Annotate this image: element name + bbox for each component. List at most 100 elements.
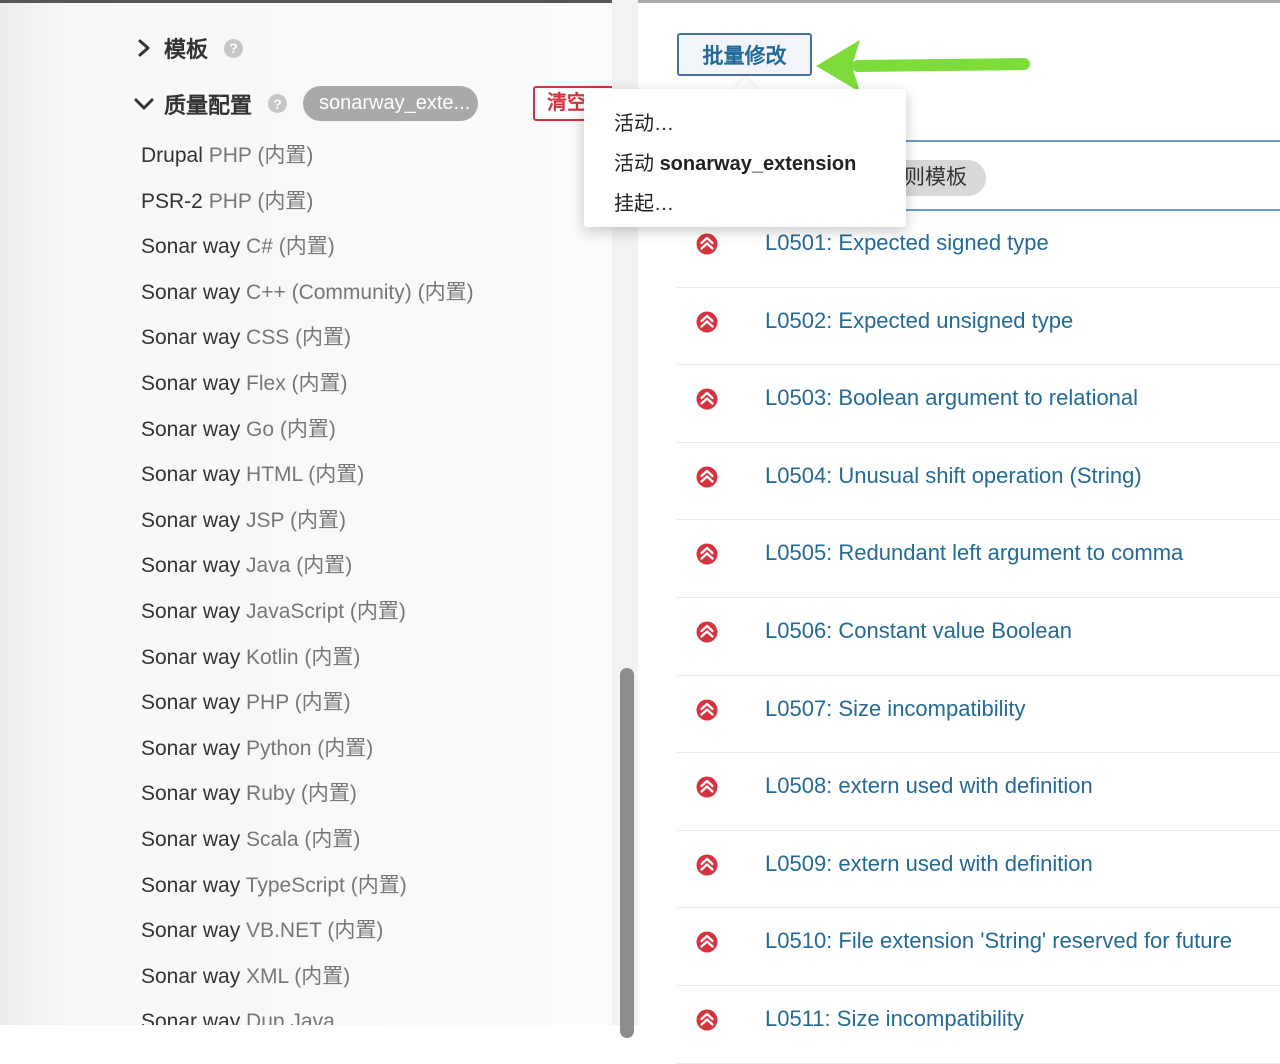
quality-profile-section-header[interactable]: 质量配置 ? sonarway_exte... (132, 86, 479, 121)
bulk-change-button[interactable]: 批量修改 (677, 33, 812, 76)
top-border (638, 0, 1280, 3)
rule-link[interactable]: L0510: File extension 'String' reserved … (765, 928, 1232, 954)
quality-profile-item[interactable]: Sonar way HTML (内置) (141, 457, 474, 503)
profile-language: CSS (内置) (240, 326, 352, 350)
quality-profile-item[interactable]: Sonar way TypeScript (内置) (141, 868, 474, 914)
rule-row: L0509: extern used with definition (677, 831, 1280, 909)
profile-language: XML (内置) (240, 964, 351, 988)
rule-link[interactable]: L0502: Expected unsigned type (765, 308, 1073, 334)
profile-prefix: Sonar way (141, 235, 241, 259)
profile-language: PHP (内置) (202, 144, 314, 167)
rule-link[interactable]: L0511: Size incompatibility (765, 1006, 1024, 1032)
rule-link[interactable]: L0505: Redundant left argument to comma (765, 540, 1183, 566)
profile-prefix: Sonar way (141, 964, 241, 988)
profile-language: Dup Java (240, 1010, 335, 1025)
profile-language: C++ (Community) (内置) (240, 280, 474, 304)
major-severity-icon (696, 931, 718, 953)
profile-language: JavaScript (内置) (240, 599, 406, 623)
quality-profile-item[interactable]: Sonar way C# (内置) (141, 229, 474, 275)
profile-language: PHP (内置) (202, 189, 314, 213)
selected-profile-chip[interactable]: sonarway_exte... (303, 86, 479, 121)
profile-language: Java (内置) (240, 554, 353, 578)
sidebar: 模板 ? 质量配置 ? sonarway_exte... 清空 Drupal P… (0, 0, 612, 1025)
quality-profile-item[interactable]: Sonar way Go (内置) (141, 412, 474, 458)
profile-prefix: Sonar way (141, 1010, 241, 1025)
profile-language: Flex (内置) (240, 371, 348, 395)
profile-prefix: Sonar way (141, 326, 241, 350)
profile-prefix: Sonar way (141, 919, 241, 943)
quality-profile-item[interactable]: PSR-2 PHP (内置) (141, 184, 474, 230)
profile-language: PHP (内置) (240, 691, 351, 715)
major-severity-icon (696, 776, 718, 798)
chevron-right-icon[interactable] (132, 36, 156, 60)
menu-item-profile-name: sonarway_extension (659, 153, 857, 175)
template-section-title: 模板 (164, 37, 209, 62)
major-severity-icon (696, 311, 718, 333)
profile-language: Scala (内置) (240, 827, 361, 851)
profile-prefix: Sonar way (141, 417, 241, 441)
quality-profile-item[interactable]: Sonar way Ruby (内置) (141, 776, 474, 822)
profile-language: Go (内置) (240, 417, 336, 441)
quality-profile-item[interactable]: Sonar way Java (内置) (141, 548, 474, 594)
question-circle-icon[interactable]: ? (224, 38, 244, 58)
quality-profile-item[interactable]: Sonar way JSP (内置) (141, 503, 474, 549)
rule-link[interactable]: L0503: Boolean argument to relational (765, 385, 1138, 411)
major-severity-icon (696, 233, 718, 255)
sidebar-scrollbar-thumb[interactable] (620, 668, 634, 1038)
profile-language: C# (内置) (240, 235, 335, 259)
quality-profile-item[interactable]: Sonar way Dup Java (141, 1004, 474, 1025)
menu-item-deactivate[interactable]: 挂起… (614, 187, 674, 216)
quality-profile-item[interactable]: Sonar way XML (内置) (141, 959, 474, 1005)
profile-language: Kotlin (内置) (240, 645, 361, 669)
rule-link[interactable]: L0507: Size incompatibility (765, 696, 1025, 722)
rule-link[interactable]: L0509: extern used with definition (765, 851, 1093, 877)
major-severity-icon (696, 466, 718, 488)
quality-profile-item[interactable]: Sonar way C++ (Community) (内置) (141, 275, 474, 321)
major-severity-icon (696, 699, 718, 721)
question-circle-icon[interactable]: ? (268, 94, 288, 113)
quality-profile-item[interactable]: Sonar way Flex (内置) (141, 366, 474, 412)
bulk-change-dropdown-menu: 活动… 活动 sonarway_extension 挂起… (584, 89, 906, 227)
chevron-down-icon[interactable] (132, 92, 156, 116)
major-severity-icon (696, 621, 718, 643)
menu-item-activate[interactable]: 活动… (614, 107, 674, 136)
quality-profile-item[interactable]: Sonar way Python (内置) (141, 731, 474, 777)
profile-language: Python (内置) (240, 736, 374, 760)
quality-profile-item[interactable]: Sonar way VB.NET (内置) (141, 913, 474, 959)
rule-link[interactable]: L0504: Unusual shift operation (String) (765, 463, 1142, 489)
menu-item-label: 活动 (614, 153, 660, 175)
quality-profile-item[interactable]: Sonar way PHP (内置) (141, 685, 474, 731)
rule-row: L0507: Size incompatibility (677, 676, 1280, 754)
rule-row: L0505: Redundant left argument to comma (677, 520, 1280, 598)
major-severity-icon (696, 854, 718, 876)
rule-row: L0510: File extension 'String' reserved … (677, 908, 1280, 986)
quality-profile-item[interactable]: Sonar way CSS (内置) (141, 320, 474, 366)
profile-language: TypeScript (内置) (240, 873, 407, 897)
profile-prefix: Sonar way (141, 280, 241, 304)
quality-profile-item[interactable]: Sonar way Scala (内置) (141, 822, 474, 868)
rule-link[interactable]: L0501: Expected signed type (765, 230, 1049, 256)
rule-row: L0508: extern used with definition (677, 753, 1280, 831)
major-severity-icon (696, 388, 718, 410)
profile-language: JSP (内置) (240, 508, 347, 532)
profile-prefix: Sonar way (141, 645, 241, 669)
profile-prefix: Sonar way (141, 736, 241, 760)
profile-prefix: Sonar way (141, 782, 241, 806)
rule-link[interactable]: L0506: Constant value Boolean (765, 618, 1072, 644)
quality-profile-item[interactable]: Sonar way Kotlin (内置) (141, 640, 474, 686)
template-section-header[interactable]: 模板 ? (132, 32, 244, 64)
profile-language: HTML (内置) (240, 463, 365, 487)
rule-link[interactable]: L0508: extern used with definition (765, 773, 1093, 799)
profile-prefix: Sonar way (141, 827, 241, 851)
quality-profile-item[interactable]: Drupal PHP (内置) (141, 138, 474, 184)
quality-profile-item[interactable]: Sonar way JavaScript (内置) (141, 594, 474, 640)
rule-row: L0502: Expected unsigned type (677, 288, 1280, 366)
profile-prefix: Sonar way (141, 508, 241, 532)
profile-prefix: Drupal (141, 144, 203, 167)
quality-profile-list: Drupal PHP (内置) PSR-2 PHP (内置) Sonar way C… (141, 138, 474, 1025)
profile-prefix: Sonar way (141, 873, 241, 897)
rule-row: L0506: Constant value Boolean (677, 598, 1280, 676)
menu-item-label: 挂起… (614, 193, 674, 215)
menu-item-activate-in-profile[interactable]: 活动 sonarway_extension (614, 147, 856, 176)
profile-prefix: Sonar way (141, 691, 241, 715)
